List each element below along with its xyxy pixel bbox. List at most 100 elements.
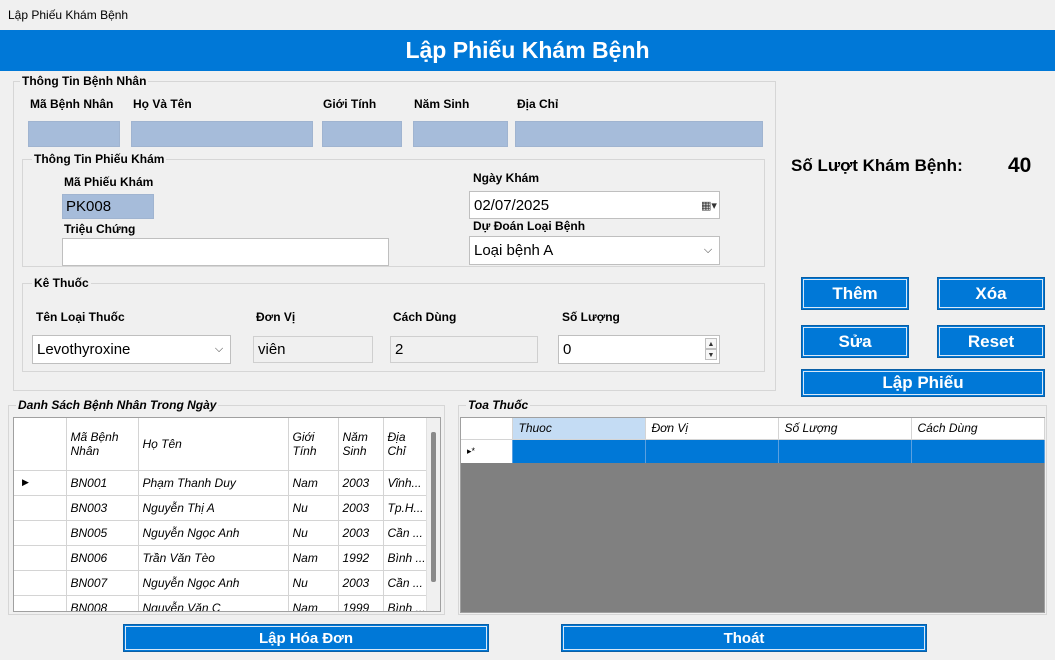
table-row[interactable]: BN003 Nguyễn Thị A Nu 2003 Tp.H...	[14, 495, 427, 521]
row-header	[14, 495, 67, 521]
drug-list-grid[interactable]: Thuoc Đơn Vị Số Lượng Cách Dùng ▸*	[460, 417, 1045, 613]
cell-birth-year[interactable]: 1992	[338, 545, 384, 571]
quantity-spin-buttons[interactable]: ▲ ▼	[705, 338, 717, 360]
row-header	[14, 520, 67, 546]
edit-button[interactable]: Sửa	[801, 325, 909, 358]
exam-date-value: 02/07/2025	[474, 196, 550, 214]
spin-down-icon[interactable]: ▼	[705, 349, 717, 360]
visit-count-label: Số Lượt Khám Bệnh:	[791, 156, 963, 175]
cell-patient-id[interactable]: BN006	[66, 545, 139, 571]
create-invoice-button[interactable]: Lập Hóa Đơn	[123, 624, 489, 652]
exam-date-picker[interactable]: 02/07/2025 ▦▾	[469, 191, 720, 219]
cell-birth-year[interactable]: 2003	[338, 520, 384, 546]
table-row[interactable]: BN005 Nguyễn Ngọc Anh Nu 2003 Cần ...	[14, 520, 427, 546]
cell-gender[interactable]: Nam	[288, 595, 339, 611]
cell-address[interactable]: Cần ...	[383, 570, 427, 596]
exam-date-label: Ngày Khám	[473, 171, 540, 185]
add-button[interactable]: Thêm	[801, 277, 909, 310]
window-title: Lập Phiếu Khám Bệnh	[8, 8, 129, 22]
cell-gender[interactable]: Nam	[288, 470, 339, 496]
cell-address[interactable]: Cần ...	[383, 520, 427, 546]
current-row-indicator: ▶	[14, 470, 67, 496]
patient-list-title: Danh Sách Bệnh Nhân Trong Ngày	[16, 398, 219, 412]
table-row[interactable]: BN006 Trần Văn Tèo Nam 1992 Bình ...	[14, 545, 427, 571]
col-quantity[interactable]: Số Lượng	[778, 418, 912, 440]
cell-gender[interactable]: Nu	[288, 495, 339, 521]
patient-id-field[interactable]	[28, 121, 120, 147]
cell-patient-id[interactable]: BN007	[66, 570, 139, 596]
cell-unit[interactable]	[645, 439, 779, 463]
table-row[interactable]: ▶ BN001 Phạm Thanh Duy Nam 2003 Vĩnh...	[14, 470, 427, 496]
col-unit[interactable]: Đơn Vị	[645, 418, 779, 440]
cell-address[interactable]: Vĩnh...	[383, 470, 427, 496]
cell-gender[interactable]: Nu	[288, 520, 339, 546]
table-row[interactable]: BN008 Nguyễn Văn C Nam 1999 Bình ...	[14, 595, 427, 611]
gender-field[interactable]	[322, 121, 402, 147]
cell-address[interactable]: Bình ...	[383, 545, 427, 571]
reset-button[interactable]: Reset	[937, 325, 1045, 358]
cell-patient-id[interactable]: BN005	[66, 520, 139, 546]
patient-list-grid[interactable]: Mã Bệnh Nhân Họ Tên Giới Tính Năm Sinh Đ…	[13, 417, 441, 612]
drug-name-select[interactable]: Levothyroxine ⌵	[32, 335, 231, 364]
cell-full-name[interactable]: Trần Văn Tèo	[138, 545, 289, 571]
spin-up-icon[interactable]: ▲	[705, 338, 717, 349]
col-drug[interactable]: Thuoc	[512, 418, 646, 440]
cell-full-name[interactable]: Phạm Thanh Duy	[138, 470, 289, 496]
cell-full-name[interactable]: Nguyễn Ngọc Anh	[138, 570, 289, 596]
col-gender[interactable]: Giới Tính	[288, 418, 339, 471]
symptoms-field[interactable]	[62, 238, 389, 266]
full-name-label: Họ Và Tên	[133, 97, 192, 111]
unit-field[interactable]: viên	[253, 336, 373, 363]
cell-birth-year[interactable]: 2003	[338, 570, 384, 596]
cell-patient-id[interactable]: BN008	[66, 595, 139, 611]
birth-year-field[interactable]	[413, 121, 508, 147]
cell-full-name[interactable]: Nguyễn Ngọc Anh	[138, 520, 289, 546]
drug-name-value: Levothyroxine	[37, 341, 131, 358]
cell-full-name[interactable]: Nguyễn Thị A	[138, 495, 289, 521]
usage-field[interactable]: 2	[390, 336, 538, 363]
page-title: Lập Phiếu Khám Bệnh	[405, 37, 650, 63]
cell-birth-year[interactable]: 2003	[338, 470, 384, 496]
delete-button[interactable]: Xóa	[937, 277, 1045, 310]
cell-gender[interactable]: Nam	[288, 545, 339, 571]
col-usage[interactable]: Cách Dùng	[911, 418, 1045, 440]
new-row-marker: ▸*	[461, 439, 513, 463]
exam-id-label: Mã Phiếu Khám	[64, 175, 154, 189]
cell-full-name[interactable]: Nguyễn Văn C	[138, 595, 289, 611]
cell-address[interactable]: Bình ...	[383, 595, 427, 611]
header-banner: Lập Phiếu Khám Bệnh	[0, 30, 1055, 71]
address-field[interactable]	[515, 121, 763, 147]
exit-button[interactable]: Thoát	[561, 624, 927, 652]
row-header-corner	[14, 418, 67, 471]
diagnosis-label: Dự Đoán Loại Bệnh	[473, 219, 586, 233]
col-address[interactable]: Địa Chỉ	[383, 418, 427, 471]
visit-count-value: 40	[1008, 154, 1032, 177]
new-row[interactable]: ▸*	[461, 439, 1045, 463]
exam-id-field[interactable]: PK008	[62, 194, 154, 219]
quantity-stepper[interactable]: 0 ▲ ▼	[558, 335, 720, 364]
row-header	[14, 595, 67, 611]
cell-birth-year[interactable]: 2003	[338, 495, 384, 521]
chevron-down-icon: ⌵	[214, 343, 224, 355]
drug-name-label: Tên Loại Thuốc	[36, 310, 125, 324]
symptoms-label: Triệu Chứng	[64, 222, 136, 236]
cell-birth-year[interactable]: 1999	[338, 595, 384, 611]
create-ticket-button[interactable]: Lập Phiếu	[801, 369, 1045, 397]
cell-patient-id[interactable]: BN001	[66, 470, 139, 496]
cell-address[interactable]: Tp.H...	[383, 495, 427, 521]
col-patient-id[interactable]: Mã Bệnh Nhân	[66, 418, 139, 471]
drug-list-title: Toa Thuốc	[466, 398, 531, 412]
cell-patient-id[interactable]: BN003	[66, 495, 139, 521]
patient-list-scrollbar[interactable]	[426, 418, 440, 611]
patient-list-scroll-thumb[interactable]	[431, 432, 436, 582]
cell-drug[interactable]	[512, 439, 646, 463]
diagnosis-select[interactable]: Loại bệnh A ⌵	[469, 236, 720, 265]
full-name-field[interactable]	[131, 121, 313, 147]
col-birth-year[interactable]: Năm Sinh	[338, 418, 384, 471]
calendar-icon[interactable]: ▦▾	[701, 199, 717, 212]
col-full-name[interactable]: Họ Tên	[138, 418, 289, 471]
cell-quantity[interactable]	[778, 439, 912, 463]
cell-usage[interactable]	[911, 439, 1045, 463]
table-row[interactable]: BN007 Nguyễn Ngọc Anh Nu 2003 Cần ...	[14, 570, 427, 596]
cell-gender[interactable]: Nu	[288, 570, 339, 596]
